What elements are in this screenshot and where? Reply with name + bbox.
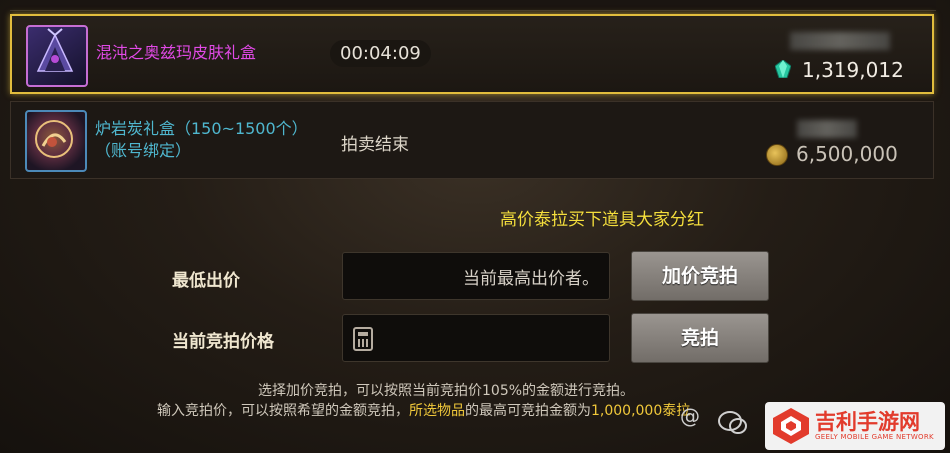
gold-coin-icon <box>766 144 788 166</box>
watermark-subtitle: GEELY MOBILE GAME NETWORK <box>815 433 934 441</box>
selected-item-highlight: 所选物品 <box>409 403 465 419</box>
blurred-seller <box>797 120 857 138</box>
auction-row[interactable]: 炉岩炭礼盒（150~1500个） （账号绑定） 拍卖结束 6,500,000 <box>10 101 934 179</box>
site-logo-icon <box>773 408 809 444</box>
bid-button[interactable]: 竞拍 <box>631 313 769 363</box>
watermark-title: 吉利手游网 <box>815 410 920 434</box>
bid-amount-input[interactable] <box>342 314 610 362</box>
final-price: 6,500,000 <box>796 142 898 166</box>
blurred-seller <box>790 32 890 50</box>
auction-ended-status: 拍卖结束 <box>341 135 409 155</box>
info-line-2: 输入竞拍价，可以按照希望的金额竞拍，所选物品的最高可竞拍金额为1,000,000… <box>157 400 690 420</box>
min-bid-field: 当前最高出价者。 <box>342 252 610 300</box>
min-bid-value: 当前最高出价者。 <box>463 269 599 289</box>
overlay-note: 高价泰拉买下道具大家分红 <box>500 210 704 230</box>
max-bid-amount: 1,000,000泰拉 <box>591 403 691 419</box>
item-name-line2: （账号绑定） <box>95 141 192 160</box>
item-name: 混沌之奥兹玛皮肤礼盒 <box>96 43 257 62</box>
auction-row-selected[interactable]: 混沌之奥兹玛皮肤礼盒 00:04:09 1,319,012 <box>10 14 934 94</box>
previous-row-edge <box>10 0 936 11</box>
info-middle: 的最高可竞拍金额为 <box>465 403 591 419</box>
calculator-icon[interactable] <box>353 327 373 351</box>
wechat-icon <box>718 411 747 434</box>
ozma-skin-box-icon <box>26 25 88 87</box>
info-line-1: 选择加价竞拍，可以按照当前竞拍价105%的金额进行竞拍。 <box>258 383 635 399</box>
item-name: 炉岩炭礼盒（150~1500个） （账号绑定） <box>95 118 308 162</box>
raise-bid-button[interactable]: 加价竞拍 <box>631 251 769 301</box>
item-name-line1: 炉岩炭礼盒（150~1500个） <box>95 119 308 138</box>
current-price: 1,319,012 <box>802 58 904 82</box>
site-watermark: 吉利手游网 GEELY MOBILE GAME NETWORK <box>765 402 945 450</box>
teal-gem-icon <box>775 60 791 78</box>
info-prefix: 输入竞拍价，可以按照希望的金额竞拍， <box>157 403 409 419</box>
watermark-at-sign: @ <box>680 404 700 428</box>
min-bid-label: 最低出价 <box>172 271 240 291</box>
auction-timer: 00:04:09 <box>330 40 431 67</box>
current-price-label: 当前竞拍价格 <box>172 332 274 352</box>
lava-charcoal-box-icon <box>25 110 87 172</box>
